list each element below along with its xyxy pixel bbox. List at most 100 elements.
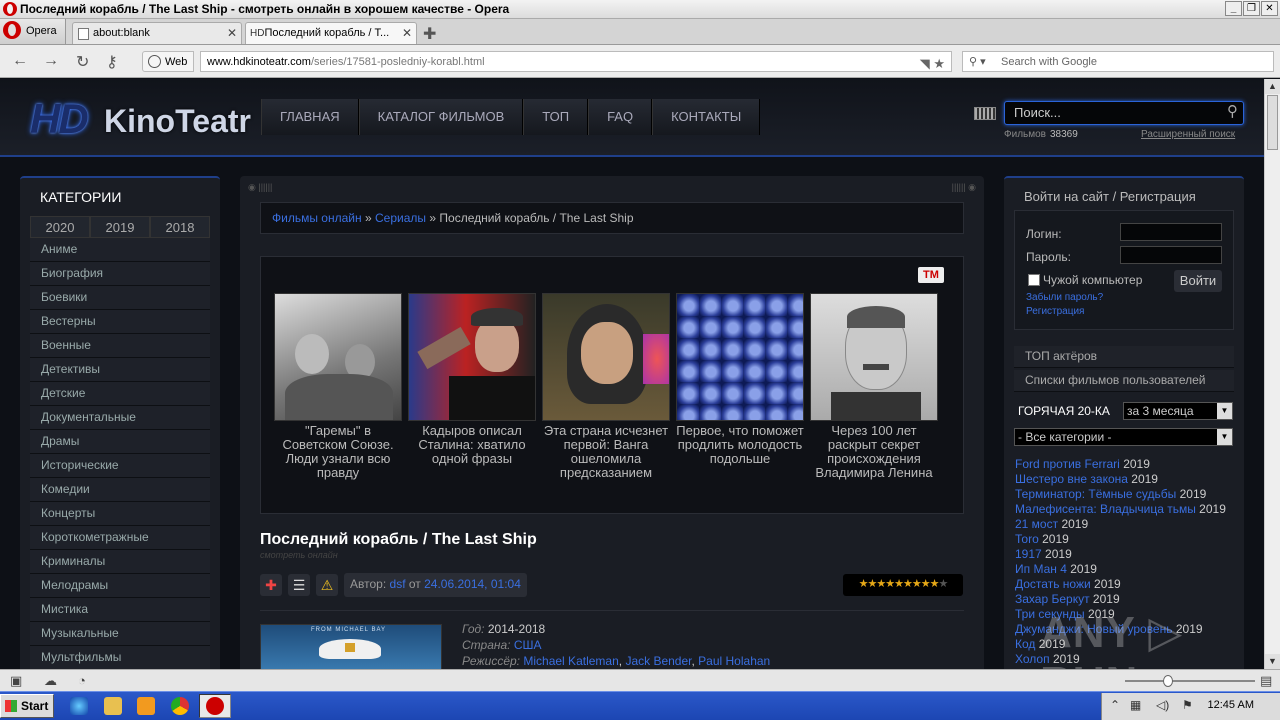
category-item[interactable]: Документальные: [30, 406, 210, 430]
keyboard-icon[interactable]: [974, 107, 996, 120]
category-item[interactable]: Военные: [30, 334, 210, 358]
hot-list-item[interactable]: 1917 2019: [1015, 547, 1240, 562]
hot-list-item[interactable]: Достать ножи 2019: [1015, 577, 1240, 592]
breadcrumb-films[interactable]: Фильмы онлайн: [272, 211, 362, 225]
rss-icon[interactable]: ◥: [920, 56, 930, 71]
period-select[interactable]: за 3 месяца ▼: [1123, 402, 1233, 420]
rating-star-icon[interactable]: ★: [876, 578, 886, 590]
news-item[interactable]: "Гаремы" в Советском Союзе. Люди узнали …: [274, 293, 402, 480]
top-actors-link[interactable]: ТОП актёров: [1014, 346, 1234, 368]
key-icon[interactable]: ⚷: [106, 52, 118, 72]
media-player-icon[interactable]: [137, 697, 155, 715]
category-item[interactable]: Аниме: [30, 238, 210, 262]
category-item[interactable]: Биография: [30, 262, 210, 286]
nav-top[interactable]: ТОП: [523, 99, 589, 135]
forward-arrow-icon[interactable]: →: [43, 52, 59, 70]
director-link[interactable]: Paul Holahan: [698, 654, 770, 668]
remember-checkbox[interactable]: [1028, 274, 1040, 286]
site-info-badge[interactable]: Web: [142, 51, 195, 72]
category-item[interactable]: Мистика: [30, 598, 210, 622]
hot-list-item[interactable]: Терминатор: Тёмные судьбы 2019: [1015, 487, 1240, 502]
tray-expand-icon[interactable]: ⌃: [1110, 698, 1120, 712]
warning-icon[interactable]: ⚠: [316, 574, 338, 596]
hot-list-item[interactable]: Ford против Ferrari 2019: [1015, 457, 1240, 472]
site-search-input[interactable]: Поиск... ⚲: [1004, 101, 1244, 125]
close-tab-icon[interactable]: ✕: [227, 23, 237, 44]
category-item[interactable]: Музыкальные: [30, 622, 210, 646]
taskbar-opera-button[interactable]: [199, 694, 231, 718]
nav-home[interactable]: ГЛАВНАЯ: [261, 99, 359, 135]
news-image[interactable]: [542, 293, 670, 421]
opera-menu-button[interactable]: Opera: [0, 19, 66, 44]
category-item[interactable]: Короткометражные: [30, 526, 210, 550]
action-center-flag-icon[interactable]: ⚑: [1182, 698, 1193, 712]
news-item[interactable]: Первое, что поможет продлить молодость п…: [676, 293, 804, 466]
panel-toggle-icon[interactable]: ▣: [10, 673, 22, 689]
year-2020[interactable]: 2020: [30, 216, 90, 238]
cloud-icon[interactable]: ☁: [44, 673, 57, 689]
hot-list-item[interactable]: Малефисента: Владычица тьмы 2019: [1015, 502, 1240, 517]
director-link[interactable]: Jack Bender: [625, 654, 691, 668]
rating-star-icon[interactable]: ★: [912, 578, 922, 590]
advanced-search-link[interactable]: Расширенный поиск: [1141, 129, 1235, 140]
ie-icon[interactable]: [70, 697, 88, 715]
url-input[interactable]: www.hdkinoteatr.com/series/17581-posledn…: [200, 51, 952, 72]
director-link[interactable]: Michael Katleman: [523, 654, 618, 668]
category-item[interactable]: Комедии: [30, 478, 210, 502]
zoom-slider-knob[interactable]: [1163, 675, 1173, 687]
new-tab-plus-icon[interactable]: ✚: [423, 24, 436, 44]
login-button[interactable]: Войти: [1174, 270, 1222, 292]
back-arrow-icon[interactable]: ←: [12, 52, 28, 70]
forgot-password-link[interactable]: Забыли пароль?: [1026, 292, 1103, 303]
year-2019[interactable]: 2019: [90, 216, 150, 238]
network-icon[interactable]: ▦: [1130, 698, 1141, 712]
nav-contacts[interactable]: КОНТАКТЫ: [652, 99, 761, 135]
minimize-button[interactable]: _: [1225, 1, 1242, 16]
restore-button[interactable]: ❐: [1243, 1, 1260, 16]
category-item[interactable]: Вестерны: [30, 310, 210, 334]
hot-list-item[interactable]: Ип Ман 4 2019: [1015, 562, 1240, 577]
site-logo-name[interactable]: KinoTeatr: [104, 103, 251, 140]
close-tab-icon[interactable]: ✕: [402, 23, 412, 44]
folder-icon[interactable]: [104, 697, 122, 715]
user-lists-link[interactable]: Списки фильмов пользователей: [1014, 370, 1234, 392]
category-item[interactable]: Исторические: [30, 454, 210, 478]
rating-star-icon[interactable]: ★: [885, 578, 895, 590]
news-image[interactable]: [408, 293, 536, 421]
nav-catalog[interactable]: КАТАЛОГ ФИЛЬМОВ: [358, 99, 524, 135]
post-date-link[interactable]: 24.06.2014, 01:04: [424, 577, 521, 591]
zoom-slider[interactable]: [1125, 675, 1255, 687]
hot-list-item[interactable]: Захар Беркут 2019: [1015, 592, 1240, 607]
login-input[interactable]: [1120, 223, 1222, 241]
breadcrumb-series[interactable]: Сериалы: [375, 211, 426, 225]
news-image[interactable]: [810, 293, 938, 421]
category-item[interactable]: Мультфильмы: [30, 646, 210, 669]
news-image[interactable]: [676, 293, 804, 421]
list-icon[interactable]: ☰: [288, 574, 310, 596]
hot-list-item[interactable]: 21 мост 2019: [1015, 517, 1240, 532]
chrome-icon[interactable]: [171, 697, 189, 715]
category-item[interactable]: Концерты: [30, 502, 210, 526]
scroll-up-arrow-icon[interactable]: ▲: [1265, 79, 1280, 94]
rating-star-icon[interactable]: ★: [930, 578, 940, 590]
category-item[interactable]: Мелодрамы: [30, 574, 210, 598]
scroll-thumb[interactable]: [1267, 95, 1278, 150]
category-item[interactable]: Боевики: [30, 286, 210, 310]
start-button[interactable]: Start: [0, 694, 54, 718]
movie-poster[interactable]: FROM MICHAEL BAY: [260, 624, 442, 669]
reload-icon[interactable]: ↻: [76, 52, 89, 72]
hot-list-item[interactable]: Тоrо 2019: [1015, 532, 1240, 547]
news-item[interactable]: Через 100 лет раскрыт секрет происхожден…: [810, 293, 938, 480]
rating-stars[interactable]: ★★★★★★★★★★: [843, 574, 963, 596]
rating-star-icon[interactable]: ★: [859, 578, 869, 590]
login-title[interactable]: Войти на сайт / Регистрация: [1024, 189, 1196, 204]
scroll-down-arrow-icon[interactable]: ▼: [1265, 654, 1280, 669]
rating-star-icon[interactable]: ★: [903, 578, 913, 590]
volume-icon[interactable]: ◁): [1156, 698, 1169, 712]
nav-faq[interactable]: FAQ: [588, 99, 653, 135]
rating-star-icon[interactable]: ★: [894, 578, 904, 590]
site-logo-hd[interactable]: HD: [30, 95, 89, 143]
hot-list-item[interactable]: Шестеро вне закона 2019: [1015, 472, 1240, 487]
rating-star-icon[interactable]: ★: [921, 578, 931, 590]
category-item[interactable]: Детские: [30, 382, 210, 406]
